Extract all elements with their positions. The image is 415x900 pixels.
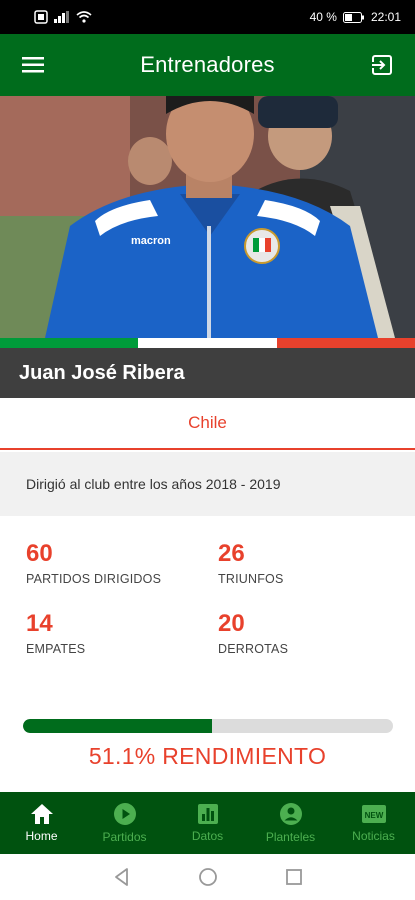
stat-wins-label: TRIUNFOS (218, 572, 284, 586)
stat-draws-value: 14 (26, 610, 53, 637)
coach-period-row: Dirigió al club entre los años 2018 - 20… (0, 452, 415, 516)
home-icon (30, 804, 53, 824)
stat-matches: 60 PARTIDOS DIRIGIDOS (26, 540, 161, 586)
stat-losses: 20 DERROTAS (218, 610, 288, 656)
flag-strip (0, 338, 415, 348)
menu-button[interactable] (18, 50, 48, 80)
status-bar: 40 % 22:01 (0, 0, 415, 34)
battery-icon (342, 11, 364, 23)
svg-text:macron: macron (131, 235, 171, 247)
nav-item-datos[interactable]: Datos (166, 792, 249, 854)
stats-grid: 60 PARTIDOS DIRIGIDOS 26 TRIUNFOS 14 EMP… (0, 530, 415, 680)
coach-country-row: Chile (0, 398, 415, 450)
signal-icon (54, 11, 69, 23)
person-icon (279, 803, 302, 825)
wifi-icon (76, 11, 92, 23)
coach-period: Dirigió al club entre los años 2018 - 20… (26, 476, 281, 492)
play-circle-icon (113, 803, 136, 825)
logout-button[interactable] (367, 50, 397, 80)
page-title: Entrenadores (140, 52, 275, 77)
stat-wins-value: 26 (218, 540, 245, 567)
svg-text:NEW: NEW (364, 811, 383, 820)
coach-name-bar: Juan José Ribera (0, 348, 415, 398)
nav-item-label: Datos (191, 829, 224, 843)
flag-red-band (276, 338, 415, 348)
stat-draws: 14 EMPATES (26, 610, 85, 656)
stat-losses-value: 20 (218, 610, 245, 637)
back-icon[interactable] (112, 867, 132, 887)
performance-progress-fill (23, 719, 213, 733)
performance-progress-bar (23, 719, 393, 733)
nav-item-label: Noticias (352, 829, 395, 843)
hamburger-menu-icon (22, 57, 44, 73)
status-bar-left (34, 10, 92, 24)
stat-matches-value: 60 (26, 540, 53, 567)
bottom-navigation: Home Partidos Datos Planteles NEW Notici… (0, 792, 415, 854)
coach-country: Chile (188, 413, 227, 432)
logout-icon (370, 55, 392, 75)
sim-icon (34, 10, 48, 24)
stat-draws-label: EMPATES (26, 642, 86, 656)
nav-item-noticias[interactable]: NEW Noticias (332, 792, 415, 854)
coach-photo-illustration: macron (0, 96, 415, 338)
nav-item-label: Planteles (265, 830, 316, 844)
battery-percent: 40 % (309, 10, 337, 24)
bar-chart-icon (197, 804, 218, 824)
coach-photo: macron (0, 96, 415, 338)
performance-text: 51.1% RENDIMIENTO (88, 743, 327, 769)
app-bar: Entrenadores (0, 34, 415, 96)
clock: 22:01 (370, 10, 401, 24)
nav-item-label: Home (25, 829, 58, 843)
nav-item-home[interactable]: Home (0, 792, 83, 854)
stat-matches-label: PARTIDOS DIRIGIDOS (26, 572, 162, 586)
stat-wins: 26 TRIUNFOS (218, 540, 284, 586)
flag-white-band (138, 338, 277, 348)
nav-item-partidos[interactable]: Partidos (83, 792, 166, 854)
coach-name: Juan José Ribera (19, 361, 185, 384)
status-bar-right: 40 % 22:01 (310, 10, 401, 24)
nav-item-label: Partidos (102, 830, 147, 844)
new-badge-icon: NEW (361, 805, 386, 823)
home-circle-icon[interactable] (198, 867, 218, 887)
system-navigation-bar (0, 854, 415, 900)
flag-green-band (0, 338, 139, 348)
nav-item-planteles[interactable]: Planteles (249, 792, 332, 854)
recents-icon[interactable] (284, 867, 304, 887)
stat-losses-label: DERROTAS (218, 642, 289, 656)
